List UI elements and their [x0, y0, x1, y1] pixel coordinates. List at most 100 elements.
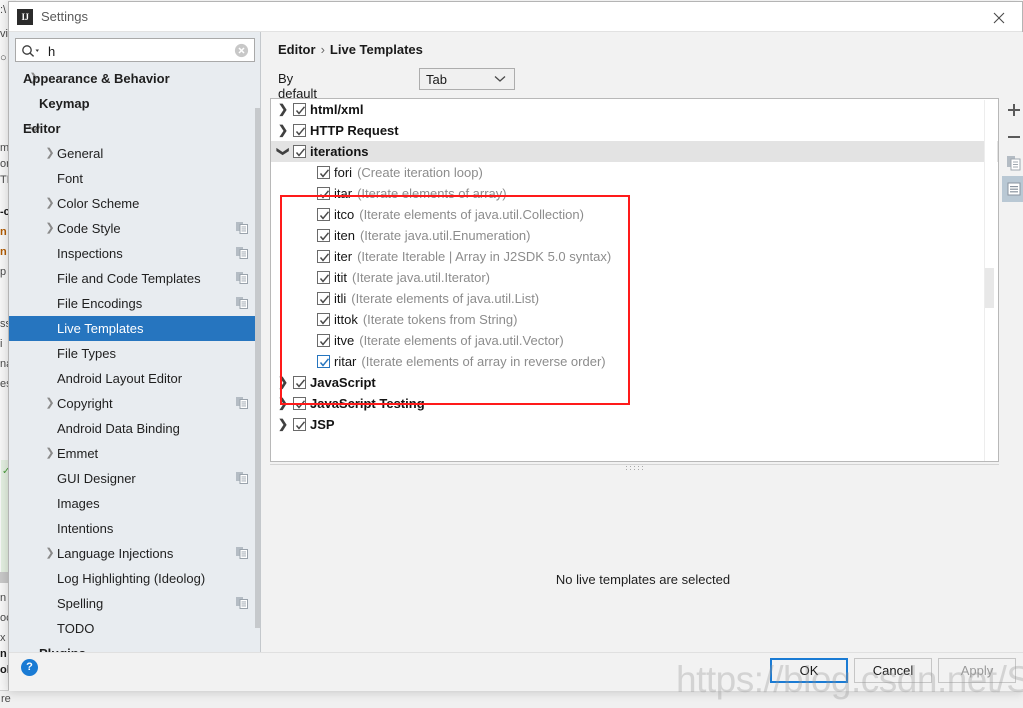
copy-settings-icon[interactable]	[236, 222, 248, 234]
template-row[interactable]: itit (Iterate java.util.Iterator)	[271, 267, 998, 288]
copy-settings-icon[interactable]	[236, 297, 248, 309]
sidebar-item-plugins[interactable]: Plugins	[9, 641, 260, 652]
group-checkbox[interactable]	[293, 103, 306, 116]
group-checkbox[interactable]	[293, 418, 306, 431]
ok-button[interactable]: OK	[770, 658, 848, 683]
sidebar-item-log-highlighting-ideolog[interactable]: Log Highlighting (Ideolog)	[9, 566, 260, 591]
sidebar-item-color-scheme[interactable]: ❯ Color Scheme	[9, 191, 260, 216]
duplicate-template-button[interactable]	[1002, 150, 1023, 176]
sidebar-item-font[interactable]: Font	[9, 166, 260, 191]
template-group-row[interactable]: ❯ iterations	[271, 141, 998, 162]
template-row[interactable]: itco (Iterate elements of java.util.Colle…	[271, 204, 998, 225]
group-checkbox[interactable]	[293, 397, 306, 410]
template-group-row[interactable]: ❯ HTTP Request	[271, 120, 998, 141]
group-checkbox[interactable]	[293, 145, 306, 158]
apply-button[interactable]: Apply	[938, 658, 1016, 683]
check-glyph	[295, 379, 306, 388]
sidebar-item-copyright[interactable]: ❯ Copyright	[9, 391, 260, 416]
sidebar-scrollbar-track[interactable]	[255, 66, 260, 652]
breadcrumb-root[interactable]: Editor	[278, 42, 316, 57]
sidebar-item-appearance-behavior[interactable]: ❯ Appearance & Behavior	[9, 66, 260, 91]
templates-list[interactable]: ❯ html/xml ❯ HTTP Request ❯ iterations fori (Cr…	[270, 98, 999, 462]
cancel-button[interactable]: Cancel	[854, 658, 932, 683]
chevron-right-icon[interactable]: ❯	[45, 391, 55, 416]
sidebar-scrollbar-thumb[interactable]	[255, 108, 260, 628]
chevron-right-icon[interactable]: ❯	[45, 441, 55, 466]
copy-settings-icon[interactable]	[236, 397, 248, 409]
sidebar-item-file-types[interactable]: File Types	[9, 341, 260, 366]
sidebar-item-file-encodings[interactable]: File Encodings	[9, 291, 260, 316]
template-row[interactable]: iter (Iterate Iterable | Array in J2SDK 5…	[271, 246, 998, 267]
sidebar-item-android-data-binding[interactable]: Android Data Binding	[9, 416, 260, 441]
template-group-row[interactable]: ❯ JSP	[271, 414, 998, 435]
template-checkbox[interactable]	[317, 208, 330, 221]
template-row[interactable]: itve (Iterate elements of java.util.Vecto…	[271, 330, 998, 351]
sidebar-item-images[interactable]: Images	[9, 491, 260, 516]
change-context-button[interactable]	[1002, 176, 1023, 202]
template-group-row[interactable]: ❯ html/xml	[271, 99, 998, 120]
copy-settings-icon[interactable]	[236, 247, 248, 259]
copy-settings-icon[interactable]	[236, 272, 248, 284]
list-scrollbar-thumb[interactable]	[985, 268, 994, 308]
chevron-right-icon[interactable]: ❯	[277, 414, 289, 435]
chevron-right-icon[interactable]: ❯	[45, 141, 55, 166]
template-checkbox[interactable]	[317, 292, 330, 305]
template-checkbox[interactable]	[317, 271, 330, 284]
search-box[interactable]	[15, 38, 255, 62]
group-checkbox[interactable]	[293, 124, 306, 137]
chevron-right-icon[interactable]: ❯	[277, 393, 289, 414]
settings-category-tree[interactable]: ❯ Appearance & Behavior Keymap ❯ Editor ❯ Gene…	[9, 66, 260, 652]
sidebar-item-file-and-code-templates[interactable]: File and Code Templates	[9, 266, 260, 291]
template-group-row[interactable]: ❯ JavaScript Testing	[271, 393, 998, 414]
sidebar-item-live-templates[interactable]: Live Templates	[9, 316, 260, 341]
template-checkbox[interactable]	[317, 313, 330, 326]
template-row[interactable]: ittok (Iterate tokens from String)	[271, 309, 998, 330]
chevron-right-icon[interactable]: ❯	[277, 99, 289, 120]
chevron-down-icon[interactable]: ❯	[273, 146, 294, 158]
panel-splitter[interactable]	[270, 464, 999, 473]
copy-settings-icon[interactable]	[236, 547, 248, 559]
copy-settings-icon[interactable]	[236, 597, 248, 609]
sidebar-item-android-layout-editor[interactable]: Android Layout Editor	[9, 366, 260, 391]
template-checkbox[interactable]	[317, 166, 330, 179]
expand-with-select[interactable]: TabEnterSpaceCustom	[419, 68, 515, 90]
sidebar-item-language-injections[interactable]: ❯ Language Injections	[9, 541, 260, 566]
sidebar-item-inspections[interactable]: Inspections	[9, 241, 260, 266]
sidebar-item-general[interactable]: ❯ General	[9, 141, 260, 166]
close-icon[interactable]	[976, 2, 1022, 31]
sidebar-item-spelling[interactable]: Spelling	[9, 591, 260, 616]
sidebar-item-keymap[interactable]: Keymap	[9, 91, 260, 116]
template-row[interactable]: iten (Iterate java.util.Enumeration)	[271, 225, 998, 246]
chevron-right-icon[interactable]: ❯	[277, 120, 289, 141]
template-row[interactable]: itli (Iterate elements of java.util.List)	[271, 288, 998, 309]
sidebar-item-emmet[interactable]: ❯ Emmet	[9, 441, 260, 466]
sidebar-item-todo[interactable]: TODO	[9, 616, 260, 641]
sidebar-item-editor[interactable]: ❯ Editor	[9, 116, 260, 141]
sidebar-item-intentions[interactable]: Intentions	[9, 516, 260, 541]
template-checkbox[interactable]	[317, 250, 330, 263]
add-template-button[interactable]	[1002, 98, 1023, 124]
template-row[interactable]: ritar (Iterate elements of array in rever…	[271, 351, 998, 372]
template-row[interactable]: fori (Create iteration loop)	[271, 162, 998, 183]
copy-settings-icon[interactable]	[236, 472, 248, 484]
group-checkbox[interactable]	[293, 376, 306, 389]
clear-circle-icon[interactable]	[234, 43, 249, 58]
chevron-right-icon[interactable]: ❯	[277, 372, 289, 393]
template-group-row[interactable]: ❯ JavaScript	[271, 372, 998, 393]
search-input[interactable]	[46, 41, 226, 61]
splitter-grip-icon[interactable]	[626, 466, 644, 472]
sidebar-item-gui-designer[interactable]: GUI Designer	[9, 466, 260, 491]
template-checkbox[interactable]	[317, 355, 330, 368]
chevron-right-icon[interactable]: ❯	[45, 216, 55, 241]
template-checkbox[interactable]	[317, 187, 330, 200]
list-scrollbar-track[interactable]	[984, 100, 997, 461]
template-checkbox[interactable]	[317, 229, 330, 242]
template-checkbox[interactable]	[317, 334, 330, 347]
remove-template-button[interactable]	[1002, 124, 1023, 150]
search-icon[interactable]	[21, 43, 43, 59]
chevron-right-icon[interactable]: ❯	[45, 191, 55, 216]
chevron-right-icon[interactable]: ❯	[45, 541, 55, 566]
sidebar-item-code-style[interactable]: ❯ Code Style	[9, 216, 260, 241]
template-row[interactable]: itar (Iterate elements of array)	[271, 183, 998, 204]
help-icon[interactable]: ?	[21, 659, 38, 676]
